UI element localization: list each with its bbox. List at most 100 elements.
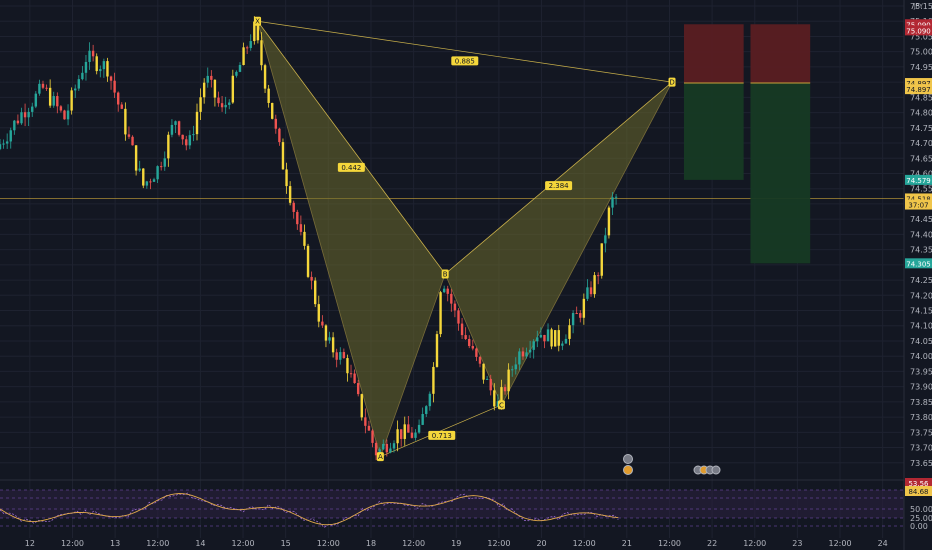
candle-body bbox=[260, 40, 263, 66]
chart-canvas[interactable]: XABCD0.4420.7132.3840.885 75.15075.10075… bbox=[0, 0, 932, 550]
candle-body bbox=[439, 292, 442, 335]
candle-body bbox=[127, 134, 131, 137]
candle-body bbox=[478, 356, 482, 364]
price-tick-label: 74.150 bbox=[910, 307, 932, 316]
price-tick-label: 74.800 bbox=[910, 109, 932, 118]
candle-body bbox=[321, 321, 324, 326]
take-profit-zone bbox=[683, 83, 744, 180]
candle-body bbox=[339, 352, 342, 360]
time-tick-label: 12:00 bbox=[573, 539, 596, 548]
candle-body bbox=[238, 64, 242, 72]
candle-body bbox=[34, 93, 38, 107]
candle-body bbox=[306, 245, 310, 277]
candle-body bbox=[5, 141, 9, 144]
pattern-point-label: B bbox=[443, 270, 448, 278]
price-tick-label: 73.800 bbox=[910, 413, 932, 422]
price-tick-label: 73.650 bbox=[910, 459, 932, 468]
candle-body bbox=[271, 102, 274, 119]
candle-body bbox=[77, 79, 81, 89]
candle-body bbox=[177, 121, 181, 135]
candle-body bbox=[371, 430, 374, 443]
earnings-event-icon bbox=[623, 465, 633, 475]
candle-body bbox=[310, 276, 313, 281]
price-tick-label: 74.100 bbox=[910, 322, 932, 331]
candle-body bbox=[124, 108, 127, 135]
currency-badge: JPY bbox=[914, 3, 923, 10]
price-tick-label: 74.350 bbox=[910, 246, 932, 255]
candle-body bbox=[296, 211, 299, 225]
candle-body bbox=[604, 235, 607, 244]
candle-body bbox=[13, 120, 16, 131]
price-axis[interactable]: 75.15075.10075.05075.00074.95074.90074.8… bbox=[903, 0, 932, 550]
candle-body bbox=[568, 325, 571, 339]
candle-body bbox=[48, 87, 52, 106]
candle-body bbox=[159, 166, 163, 168]
candle-body bbox=[285, 169, 288, 187]
time-tick-label: 12:00 bbox=[146, 539, 169, 548]
candle-body bbox=[525, 352, 528, 357]
candle-body bbox=[586, 287, 589, 299]
candle-body bbox=[278, 128, 281, 143]
price-tick-label: 75.000 bbox=[910, 48, 932, 57]
ratio-label: 0.442 bbox=[341, 164, 361, 172]
candle-body bbox=[600, 243, 603, 276]
candle-body bbox=[45, 87, 48, 89]
candle-body bbox=[435, 334, 439, 367]
price-tag-label: 74.897 bbox=[906, 86, 931, 94]
candle-body bbox=[102, 61, 106, 70]
candle-body bbox=[482, 363, 485, 380]
candle-body bbox=[324, 325, 328, 341]
candle-body bbox=[303, 231, 306, 246]
candle-body bbox=[593, 275, 596, 295]
candle-body bbox=[511, 369, 514, 371]
candle-body bbox=[442, 288, 446, 293]
stop-loss-zone bbox=[750, 24, 811, 84]
candle-body bbox=[500, 387, 503, 402]
price-tick-label: 74.200 bbox=[910, 291, 932, 300]
candle-body bbox=[120, 104, 123, 109]
candle-body bbox=[228, 102, 231, 105]
candle-body bbox=[489, 378, 492, 391]
rsi-tick-label: 0.00 bbox=[910, 522, 928, 531]
candle-body bbox=[367, 425, 371, 431]
time-axis[interactable]: 12 12:00 13 12:00 14 12:00 15 12:00 18 12:00 19 12:… bbox=[25, 539, 888, 548]
rsi-pane bbox=[0, 479, 904, 529]
candle-body bbox=[503, 387, 507, 392]
candle-body bbox=[299, 224, 303, 232]
price-tick-label: 74.550 bbox=[910, 185, 932, 194]
price-tick-label: 73.900 bbox=[910, 383, 932, 392]
time-tick-label: 15 bbox=[281, 539, 291, 548]
price-tick-label: 74.400 bbox=[910, 230, 932, 239]
candle-body bbox=[267, 88, 270, 103]
candle-body bbox=[421, 413, 424, 425]
price-tick-label: 74.750 bbox=[910, 124, 932, 133]
price-tick-label: 73.950 bbox=[910, 367, 932, 376]
candle-body bbox=[317, 304, 320, 322]
candle-body bbox=[353, 373, 356, 384]
time-tick-label: 12:00 bbox=[61, 539, 84, 548]
price-tick-label: 74.450 bbox=[910, 215, 932, 224]
price-tick-label: 73.750 bbox=[910, 428, 932, 437]
candle-body bbox=[360, 394, 363, 418]
candle-body bbox=[346, 358, 349, 374]
pattern-point-label: A bbox=[378, 453, 383, 461]
candle-body bbox=[167, 134, 170, 159]
time-tick-label: 24 bbox=[878, 539, 888, 548]
price-tag-label: 74.305 bbox=[906, 260, 931, 268]
candle-body bbox=[460, 323, 464, 336]
candle-body bbox=[88, 50, 91, 62]
rsi-tag-label: 84.68 bbox=[908, 488, 928, 496]
time-tick-label: 12:00 bbox=[743, 539, 766, 548]
candle-body bbox=[579, 313, 582, 318]
time-tick-label: 12:00 bbox=[658, 539, 681, 548]
pattern-labels: X A B C D 0.442 0.713 2.384 0.885 bbox=[254, 16, 676, 462]
candle-body bbox=[596, 275, 600, 277]
candle-body bbox=[131, 136, 134, 146]
candle-body bbox=[274, 118, 278, 129]
price-tick-label: 74.650 bbox=[910, 154, 932, 163]
candle-body bbox=[206, 75, 209, 83]
candle-body bbox=[192, 134, 195, 136]
time-tick-label: 21 bbox=[622, 539, 632, 548]
candle-body bbox=[557, 330, 560, 346]
candle-body bbox=[385, 443, 389, 453]
